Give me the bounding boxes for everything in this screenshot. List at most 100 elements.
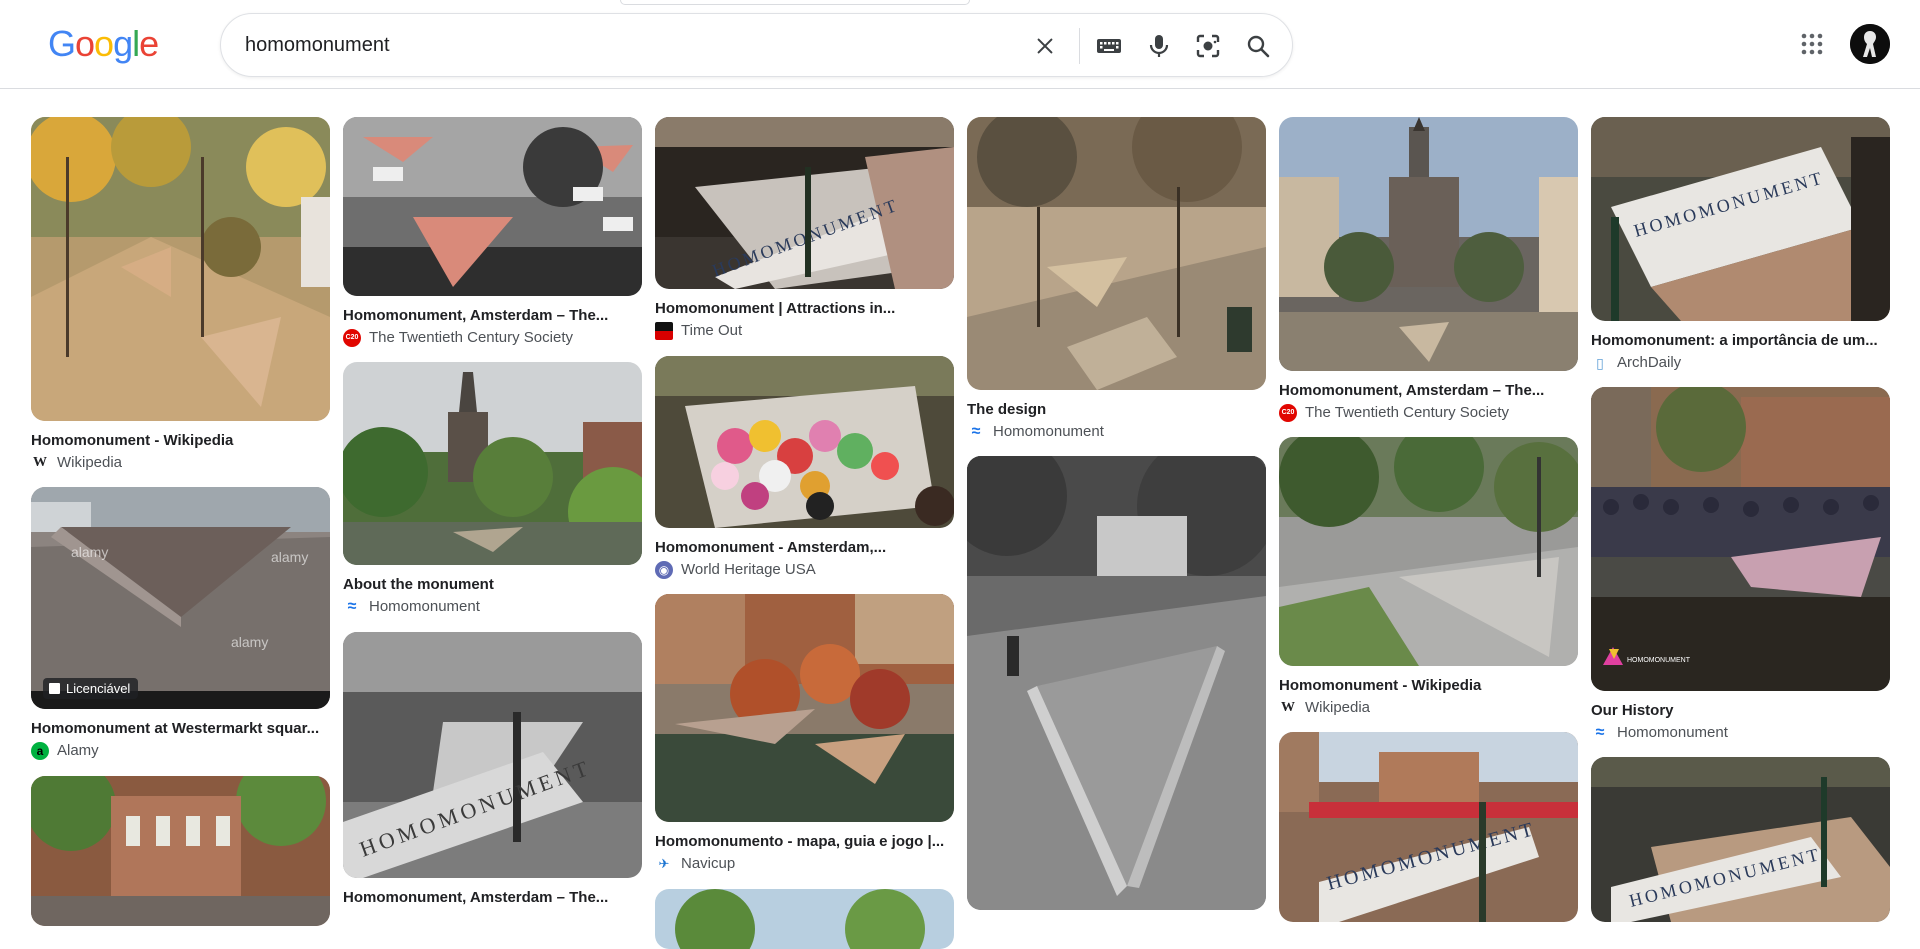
- search-icon[interactable]: [1242, 30, 1274, 62]
- result-image[interactable]: HOMOMONUMENT: [1279, 732, 1578, 922]
- result-source[interactable]: C20 The Twentieth Century Society: [343, 328, 642, 348]
- homomonument-logo-text: HOMOMONUMENT: [1627, 657, 1691, 664]
- image-result-card[interactable]: Homomonument - Wikipedia W Wikipedia: [31, 117, 330, 473]
- source-name: The Twentieth Century Society: [1305, 404, 1509, 421]
- result-title[interactable]: Homomonument | Attractions in...: [655, 299, 954, 319]
- result-title[interactable]: About the monument: [343, 575, 642, 595]
- timeout-favicon-icon: [655, 322, 673, 340]
- result-source[interactable]: ▯ ArchDaily: [1591, 353, 1890, 373]
- result-title[interactable]: Homomonument - Amsterdam,...: [655, 538, 954, 558]
- result-title[interactable]: Homomonument - Wikipedia: [31, 431, 330, 451]
- logo-letter: o: [75, 23, 95, 64]
- result-title[interactable]: Homomonument, Amsterdam – The...: [343, 888, 642, 908]
- image-result-card[interactable]: HOMOMONUMENT Our History ≈ Homomonument: [1591, 387, 1890, 743]
- image-result-card[interactable]: Homomonument - Wikipedia W Wikipedia: [1279, 437, 1578, 718]
- image-result-card[interactable]: Homomonument - Amsterdam,... ◉ World Her…: [655, 356, 954, 580]
- result-source[interactable]: C20 The Twentieth Century Society: [1279, 403, 1578, 423]
- result-image[interactable]: [1279, 437, 1578, 666]
- logo-letter: o: [94, 23, 114, 64]
- image-result-card[interactable]: [967, 456, 1266, 910]
- image-result-card[interactable]: [31, 776, 330, 926]
- logo-letter: e: [139, 23, 159, 64]
- search-box[interactable]: [220, 13, 1293, 77]
- source-name: Wikipedia: [1305, 699, 1371, 716]
- search-input[interactable]: [245, 28, 1005, 62]
- svg-text:alamy: alamy: [271, 549, 308, 565]
- result-image[interactable]: HOMOMONUMENT: [1591, 117, 1890, 321]
- source-name: The Twentieth Century Society: [369, 329, 573, 346]
- result-image[interactable]: [967, 456, 1266, 910]
- result-image[interactable]: [967, 117, 1266, 390]
- homomonument-favicon-icon: ≈: [343, 598, 361, 616]
- result-source[interactable]: Time Out: [655, 321, 954, 341]
- result-image[interactable]: [655, 594, 954, 822]
- image-result-card[interactable]: HOMOMONUMENT Homomonument, Amsterdam – T…: [343, 632, 642, 908]
- alamy-favicon-icon: a: [31, 742, 49, 760]
- lens-icon[interactable]: [1192, 30, 1224, 62]
- result-title[interactable]: Homomonument, Amsterdam – The...: [343, 306, 642, 326]
- source-name: Homomonument: [1617, 724, 1728, 741]
- wikipedia-favicon-icon: W: [31, 454, 49, 472]
- result-image[interactable]: alamy alamy alamy Licenciável: [31, 487, 330, 709]
- image-result-card[interactable]: [655, 889, 954, 949]
- search-header: Google: [0, 0, 1920, 89]
- result-source[interactable]: W Wikipedia: [31, 453, 330, 473]
- source-name: Alamy: [57, 742, 99, 759]
- microphone-icon[interactable]: [1143, 30, 1175, 62]
- source-name: Time Out: [681, 322, 743, 339]
- archdaily-favicon-icon: ▯: [1591, 354, 1609, 372]
- logo-letter: g: [113, 23, 133, 64]
- result-image[interactable]: [655, 889, 954, 949]
- image-result-card[interactable]: HOMOMONUMENT: [1591, 757, 1890, 922]
- result-title[interactable]: Our History: [1591, 701, 1890, 721]
- image-result-card[interactable]: HOMOMONUMENT: [1279, 732, 1578, 922]
- image-results-grid: Homomonument - Wikipedia W Wikipedia ala…: [31, 117, 1891, 949]
- result-title[interactable]: Homomonument: a importância de um...: [1591, 331, 1890, 351]
- result-image[interactable]: HOMOMONUMENT: [655, 117, 954, 289]
- result-title[interactable]: Homomonument at Westermarkt squar...: [31, 719, 330, 739]
- apps-grid-icon[interactable]: [1796, 28, 1828, 60]
- source-name: Wikipedia: [57, 454, 123, 471]
- result-image[interactable]: HOMOMONUMENT: [1591, 757, 1890, 922]
- result-source[interactable]: a Alamy: [31, 741, 330, 761]
- result-source[interactable]: ≈ Homomonument: [967, 422, 1266, 442]
- image-result-card[interactable]: About the monument ≈ Homomonument: [343, 362, 642, 617]
- account-avatar[interactable]: [1850, 24, 1890, 64]
- result-source[interactable]: ◉ World Heritage USA: [655, 560, 954, 580]
- result-source[interactable]: ≈ Homomonument: [343, 597, 642, 617]
- result-image[interactable]: [31, 776, 330, 926]
- homomonument-favicon-icon: ≈: [1591, 724, 1609, 742]
- image-result-card[interactable]: HOMOMONUMENT Homomonument: a importância…: [1591, 117, 1890, 373]
- result-title[interactable]: Homomonument - Wikipedia: [1279, 676, 1578, 696]
- result-source[interactable]: ≈ Homomonument: [1591, 723, 1890, 743]
- result-image[interactable]: [31, 117, 330, 421]
- badge-label: Licenciável: [66, 681, 131, 696]
- result-source[interactable]: W Wikipedia: [1279, 698, 1578, 718]
- navicup-favicon-icon: ✈: [655, 855, 673, 873]
- keyboard-icon[interactable]: [1093, 30, 1125, 62]
- result-image[interactable]: [343, 117, 642, 296]
- source-name: World Heritage USA: [681, 561, 816, 578]
- image-result-card[interactable]: Homomonument, Amsterdam – The... C20 The…: [343, 117, 642, 348]
- licensable-badge[interactable]: Licenciável: [43, 678, 139, 699]
- result-image[interactable]: [343, 362, 642, 565]
- result-image[interactable]: [1279, 117, 1578, 371]
- image-result-card[interactable]: Homomonument, Amsterdam – The... C20 The…: [1279, 117, 1578, 423]
- result-image[interactable]: HOMOMONUMENT: [1591, 387, 1890, 691]
- c20-favicon-icon: C20: [343, 329, 361, 347]
- image-result-card[interactable]: Homomonumento - mapa, guia e jogo |... ✈…: [655, 594, 954, 874]
- result-title[interactable]: The design: [967, 400, 1266, 420]
- result-title[interactable]: Homomonument, Amsterdam – The...: [1279, 381, 1578, 401]
- globe-favicon-icon: ◉: [655, 561, 673, 579]
- image-result-card[interactable]: HOMOMONUMENT Homomonument | Attractions …: [655, 117, 954, 341]
- watermark-text: alamy: [71, 544, 108, 560]
- result-image[interactable]: HOMOMONUMENT: [343, 632, 642, 878]
- result-image[interactable]: [655, 356, 954, 528]
- result-title[interactable]: Homomonumento - mapa, guia e jogo |...: [655, 832, 954, 852]
- google-logo[interactable]: Google: [48, 22, 159, 66]
- close-icon[interactable]: [1029, 30, 1061, 62]
- image-result-card[interactable]: alamy alamy alamy Licenciável Homomonume…: [31, 487, 330, 761]
- homomonument-favicon-icon: ≈: [967, 423, 985, 441]
- result-source[interactable]: ✈ Navicup: [655, 854, 954, 874]
- image-result-card[interactable]: The design ≈ Homomonument: [967, 117, 1266, 442]
